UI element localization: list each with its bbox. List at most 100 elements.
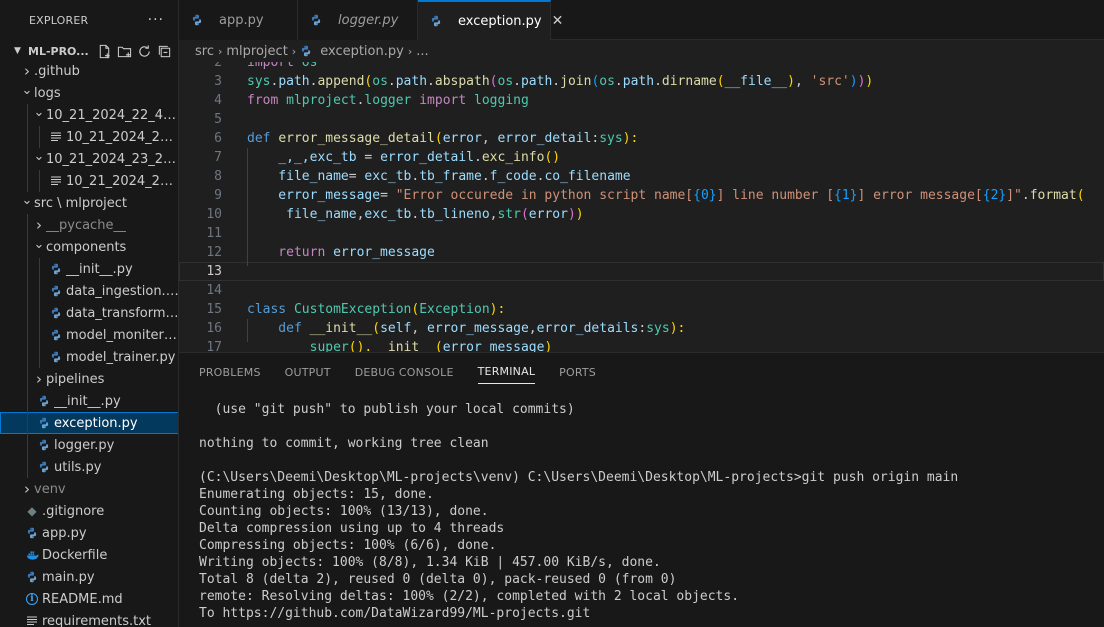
more-actions-icon[interactable]: ··· xyxy=(148,12,164,28)
tree-item[interactable]: ◆ .gitignore xyxy=(0,500,178,522)
code-text: file_name= exc_tb.tb_frame.f_code.co_fil… xyxy=(247,169,630,184)
tree-item[interactable]: Dockerfile xyxy=(0,544,178,566)
code-token: import xyxy=(411,93,475,108)
refresh-icon[interactable] xyxy=(135,42,155,60)
code-token: abspath xyxy=(434,74,490,89)
code-line: 9 error_message= "Error occurede in pyth… xyxy=(179,186,1104,205)
tree-item-label: data_ingestion.py xyxy=(66,283,179,299)
code-line: 15 class CustomException(Exception): xyxy=(179,300,1104,319)
code-token: error_details xyxy=(536,321,639,336)
close-icon[interactable]: ✕ xyxy=(552,13,564,29)
code-line: 12 return error_message xyxy=(179,243,1104,262)
editor-tab[interactable]: exception.py ✕ xyxy=(418,0,563,40)
tree-item[interactable]: data_transformatio... xyxy=(0,302,178,324)
python-icon xyxy=(48,329,64,341)
tree-item[interactable]: ⌄ logs xyxy=(0,82,178,104)
code-token: ) xyxy=(544,340,553,352)
code-token: 'src' xyxy=(810,74,850,89)
tree-item[interactable]: __init__.py xyxy=(0,258,178,280)
breadcrumb-item[interactable]: mlproject xyxy=(226,44,287,59)
tree-item-label: model_monitering.... xyxy=(66,327,178,343)
panel-tab[interactable]: PROBLEMS xyxy=(199,360,261,384)
tree-item[interactable]: ⌄ 10_21_2024_22_44_... xyxy=(0,104,178,126)
editor-tab[interactable]: app.py xyxy=(179,0,298,40)
python-icon xyxy=(48,307,64,319)
code-token: exc_tb xyxy=(364,169,412,184)
tree-item[interactable]: main.py xyxy=(0,566,178,588)
tree-item[interactable]: ⌄ 10_21_2024_23_24_... xyxy=(0,148,178,170)
code-token: error_message xyxy=(442,340,545,352)
collapse-all-icon[interactable] xyxy=(155,42,175,60)
tree-item-label: components xyxy=(46,239,127,255)
tree-item-label: .gitignore xyxy=(42,503,105,519)
code-token: import xyxy=(247,62,302,70)
indent-guide xyxy=(27,324,28,346)
project-name: ML-PRO... xyxy=(28,44,89,58)
tree-item[interactable]: › __pycache__ xyxy=(0,214,178,236)
tree-item[interactable]: › pipelines xyxy=(0,368,178,390)
editor-tab[interactable]: logger.py xyxy=(298,0,418,40)
indent-guide xyxy=(27,280,28,302)
tree-item[interactable]: ⌄ components xyxy=(0,236,178,258)
text-file-icon xyxy=(24,616,40,626)
code-line: 3 sys.path.append(os.path.abspath(os.path… xyxy=(179,72,1104,91)
code-text: def __init__(self, error_message,error_d… xyxy=(247,321,685,336)
tree-item[interactable]: model_trainer.py xyxy=(0,346,178,368)
tree-item[interactable]: data_ingestion.py xyxy=(0,280,179,302)
panel-tab[interactable]: TERMINAL xyxy=(477,360,536,384)
tree-item[interactable]: requirements.txt xyxy=(0,610,178,627)
chevron-right-icon: › xyxy=(217,44,223,58)
code-line: 4 from mlproject.logger import logging xyxy=(179,91,1104,110)
terminal-line: To https://github.com/DataWizard99/ML-pr… xyxy=(199,606,591,621)
indent-guide xyxy=(247,148,248,266)
tree-item[interactable]: model_monitering.... xyxy=(0,324,178,346)
code-token: ): xyxy=(489,302,506,317)
code-editor[interactable]: 2 import os 3 sys.path.append(os.path.abspa… xyxy=(179,62,1104,352)
breadcrumb-item[interactable]: exception.py xyxy=(320,44,404,59)
code-text: sys.path.append(os.path.abspath(os.path.… xyxy=(247,74,873,89)
code-token: def xyxy=(247,321,310,336)
tree-item[interactable]: › .github xyxy=(0,60,178,82)
new-folder-icon[interactable] xyxy=(115,42,135,60)
tree-item[interactable]: ⌄ src \ mlproject xyxy=(0,192,178,214)
panel-tab[interactable]: DEBUG CONSOLE xyxy=(355,360,454,384)
code-token: ( xyxy=(434,131,443,146)
python-icon xyxy=(36,395,52,407)
tree-item[interactable]: logger.py xyxy=(0,434,178,456)
panel-tab[interactable]: OUTPUT xyxy=(285,360,331,384)
code-token: . xyxy=(427,74,435,89)
chevron-right-icon: › xyxy=(36,370,42,388)
explorer-header: EXPLORER ··· xyxy=(0,0,178,40)
line-number: 8 xyxy=(214,169,222,184)
code-token: ): xyxy=(669,321,686,336)
tree-item-label: app.py xyxy=(42,525,87,541)
tree-item[interactable]: utils.py xyxy=(0,456,178,478)
code-token: __file__ xyxy=(724,74,788,89)
panel-tab[interactable]: PORTS xyxy=(559,360,596,384)
tree-item[interactable]: › venv xyxy=(0,478,178,500)
code-token: logging xyxy=(474,93,529,108)
tree-item[interactable]: 10_21_2024_22_44... xyxy=(0,126,178,148)
indent-guide xyxy=(27,148,28,170)
python-icon xyxy=(36,461,52,473)
tree-item[interactable]: i README.md xyxy=(0,588,178,610)
code-token: error_message_detail xyxy=(278,131,435,146)
tree-item-label: src \ mlproject xyxy=(34,195,128,211)
code-token: ): xyxy=(622,131,639,146)
code-line: 6 def error_message_detail(error, error_d… xyxy=(179,129,1104,148)
code-token: error_message xyxy=(333,245,435,260)
new-file-icon[interactable] xyxy=(95,42,115,60)
line-number: 13 xyxy=(206,264,222,279)
terminal-output[interactable]: (use "git push" to publish your local co… xyxy=(199,401,958,622)
breadcrumb-item[interactable]: ... xyxy=(416,44,428,59)
project-root[interactable]: ▼ ML-PRO... xyxy=(0,40,178,62)
tree-item[interactable]: app.py xyxy=(0,522,178,544)
breadcrumb-item[interactable]: src xyxy=(195,44,214,59)
code-line: 5 xyxy=(179,110,1104,129)
code-token: ) xyxy=(865,74,874,89)
tree-item[interactable]: exception.py xyxy=(0,412,178,434)
tree-item[interactable]: __init__.py xyxy=(0,390,178,412)
code-token: logger xyxy=(364,93,412,108)
tree-item[interactable]: 10_21_2024_23_24... xyxy=(0,170,178,192)
